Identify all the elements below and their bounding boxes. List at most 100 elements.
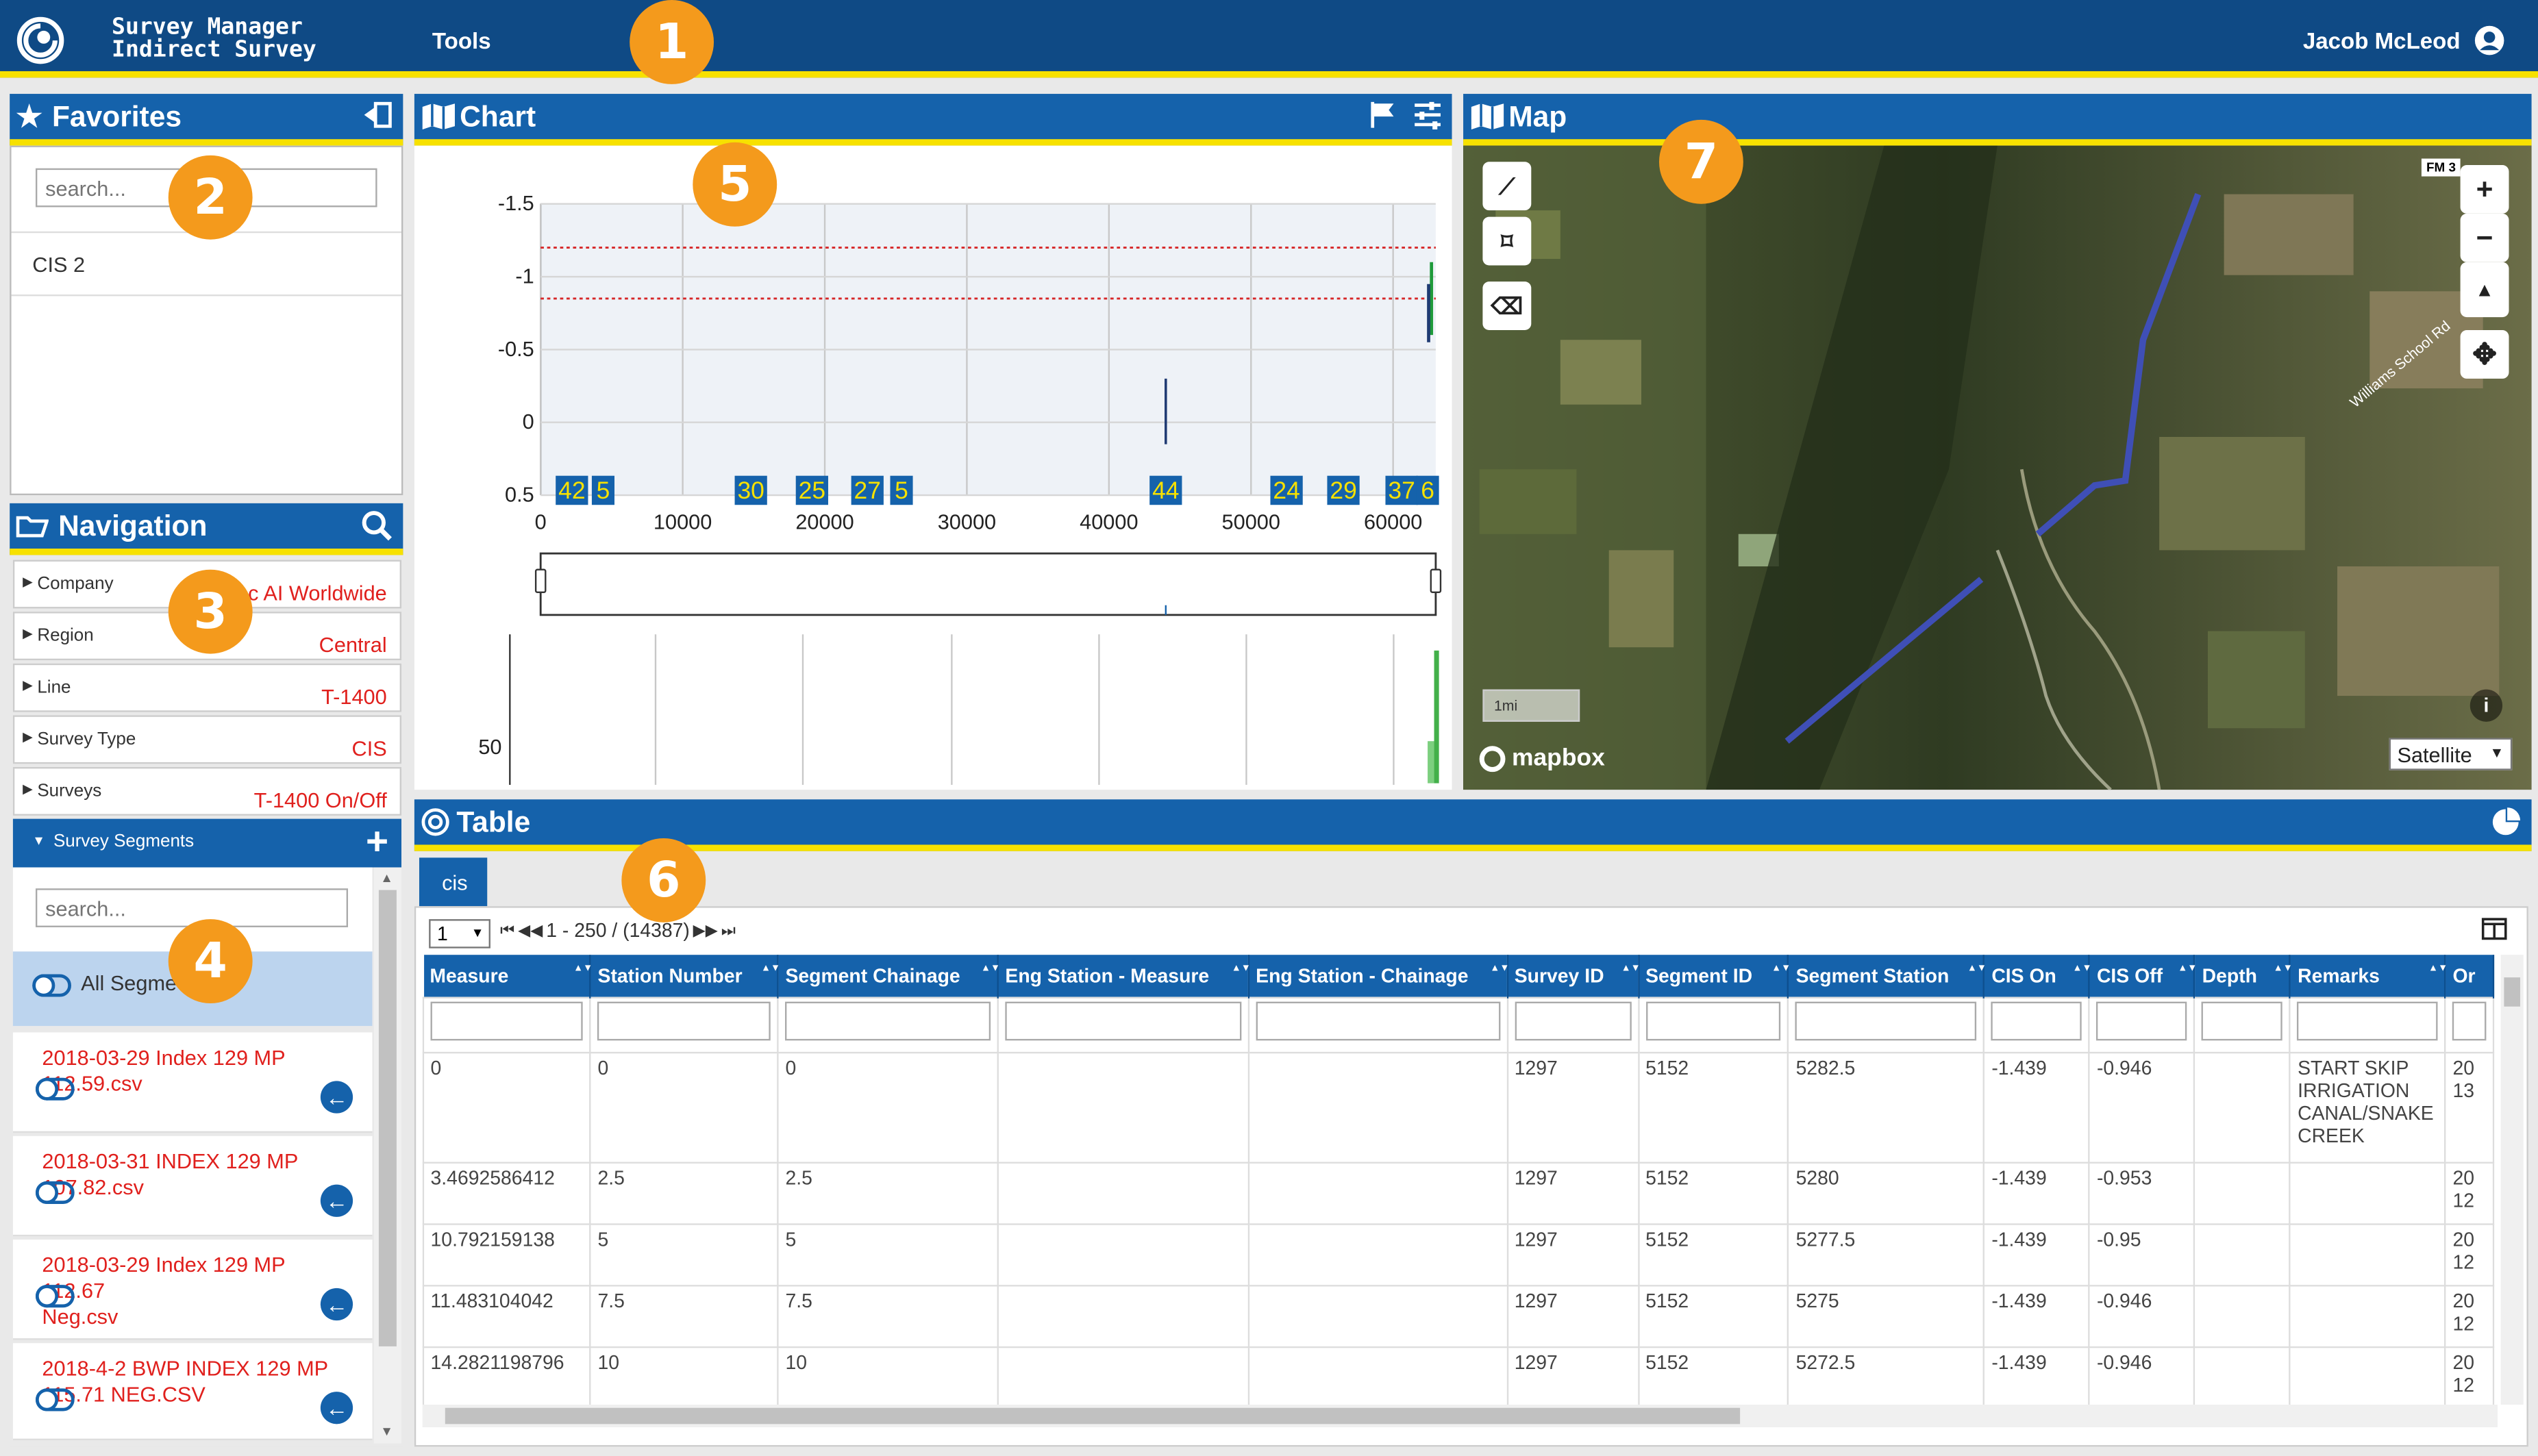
sort-icon[interactable]: ▲▼ [1490,964,1509,974]
tab-cis[interactable]: cis [419,857,488,907]
navigator-handle-right[interactable] [1430,568,1442,594]
column-header[interactable]: Or [2445,955,2495,997]
columns-toggle-icon[interactable] [2481,918,2507,940]
app-logo-icon[interactable] [16,16,65,65]
arrow-left-icon[interactable]: ← [320,1288,353,1321]
scrollbar-thumb[interactable] [445,1407,1741,1424]
sort-icon[interactable]: ▲▼ [1621,964,1641,974]
column-header[interactable]: Station Number ▲▼ [590,955,780,997]
table-horizontal-scrollbar[interactable] [422,1404,2498,1428]
zoom-in-button[interactable]: + [2460,165,2509,214]
favorites-list-item[interactable]: CIS 2 [11,231,401,297]
sliders-icon[interactable] [1413,100,1443,130]
segment-item[interactable]: 2018-4-2 BWP INDEX 129 MP 115.71 NEG.CSV … [12,1343,373,1440]
sort-icon[interactable]: ▲▼ [2073,964,2092,974]
layer-select[interactable]: Satellite ▼ [2389,738,2513,770]
mapbox-attribution[interactable]: mapbox [1479,744,1605,772]
satellite-imagery[interactable] [1463,145,2532,790]
sort-icon[interactable]: ▲▼ [573,964,593,974]
column-filter-input[interactable] [430,1001,584,1040]
sort-icon[interactable]: ▲▼ [1771,964,1791,974]
column-filter-input[interactable] [785,1001,991,1040]
column-header[interactable]: Segment Station ▲▼ [1788,955,1987,997]
prev-page-icon[interactable]: ◀◀ [518,922,543,940]
station-marker[interactable]: 27 [851,475,884,505]
page-select[interactable]: 1 ▼ [429,919,490,949]
table-row[interactable]: 0 0 0 1297 5152 5282.5 -1.439 -0.946 START SKIP … [422,1051,2495,1163]
pan-button[interactable]: ✥ [2460,330,2509,379]
column-header[interactable]: Measure ▲▼ [423,955,593,997]
chart-area[interactable]: 42 5 30 25 27 5 44 24 29 37 6 -1.5 -1 -0.5 0 0.5 0 1000… [414,145,1452,790]
toggle-icon[interactable] [35,1388,75,1411]
add-segment-icon[interactable]: + [366,820,388,866]
segments-search-input[interactable] [35,888,349,927]
segments-scrollbar[interactable]: ▲ ▼ [373,867,401,1444]
draw-polygon-button[interactable]: ⌑ [1482,216,1532,266]
station-marker[interactable]: 42 [556,475,588,505]
column-filter-input[interactable] [1514,1001,1631,1040]
chart-svg[interactable]: 42 5 30 25 27 5 44 24 29 37 6 -1.5-1-0.500.5 0 1000… [414,146,1452,790]
navigator-track[interactable] [539,552,1437,616]
draw-line-button[interactable]: ⟋ [1482,162,1532,211]
column-header[interactable]: Remarks ▲▼ [2290,955,2448,997]
collapse-panel-icon[interactable] [361,100,393,129]
sort-icon[interactable]: ▲▼ [761,964,780,974]
station-marker[interactable]: 25 [795,475,828,505]
table-row[interactable]: 3.4692586412 2.5 2.5 1297 5152 5280 -1.439 -0.9… [422,1161,2495,1225]
scroll-up-icon[interactable]: ▲ [380,870,393,885]
column-filter-input[interactable] [2298,1001,2439,1040]
column-header[interactable]: Eng Station - Chainage ▲▼ [1248,955,1509,997]
table-row[interactable]: 10.792159138 5 5 1297 5152 5277.5 -1.439 -0.95 2… [422,1222,2495,1286]
sort-icon[interactable]: ▲▼ [2274,964,2293,974]
map-canvas[interactable]: ⟋ ⌑ ⌫ FM 3 + − ▲ ✥ Williams School Rd 1m… [1463,145,2532,790]
table-vertical-scrollbar[interactable] [2500,955,2524,1405]
column-filter-input[interactable] [1991,1001,2082,1040]
navigator-handle-left[interactable] [534,568,547,594]
last-page-icon[interactable]: ⏭ [721,922,736,940]
nav-row-surveys[interactable]: ▶ Surveys T-1400 On/Off [12,767,401,816]
search-icon[interactable] [361,510,393,542]
column-filter-input[interactable] [2096,1001,2188,1040]
table-row[interactable]: 11.483104042 7.5 7.5 1297 5152 5275 -1.439 -0.9… [422,1283,2495,1348]
column-header[interactable]: Eng Station - Measure ▲▼ [997,955,1251,997]
column-header[interactable]: Segment ID ▲▼ [1638,955,1791,997]
column-filter-input[interactable] [597,1001,771,1040]
sort-icon[interactable]: ▲▼ [2178,964,2197,974]
column-header[interactable]: CIS On ▲▼ [1984,955,2092,997]
segment-item[interactable]: 2018-03-29 Index 129 MP 112.59.csv ← [12,1032,373,1133]
column-filter-input[interactable] [2452,1001,2487,1040]
scrollbar-thumb[interactable] [378,890,397,1346]
info-icon[interactable]: i [2469,689,2503,722]
column-header[interactable]: Survey ID ▲▼ [1507,955,1641,997]
first-page-icon[interactable]: ⏮ [500,922,514,940]
column-filter-input[interactable] [1256,1001,1500,1040]
nav-row-line[interactable]: ▶ Line T-1400 [12,663,401,712]
scrollbar-thumb[interactable] [2504,977,2521,1007]
arrow-left-icon[interactable]: ← [320,1392,353,1424]
column-header[interactable]: CIS Off ▲▼ [2089,955,2197,997]
segment-item[interactable]: 2018-03-31 INDEX 129 MP 107.82.csv ← [12,1135,373,1237]
scroll-down-icon[interactable]: ▼ [380,1424,393,1438]
toggle-icon[interactable] [35,1077,75,1101]
column-filter-input[interactable] [1005,1001,1241,1040]
column-filter-input[interactable] [2202,1001,2283,1040]
sort-icon[interactable]: ▲▼ [2428,964,2448,974]
sort-icon[interactable]: ▲▼ [1232,964,1251,974]
toggle-icon[interactable] [35,1181,75,1204]
arrow-left-icon[interactable]: ← [320,1081,353,1114]
erase-button[interactable]: ⌫ [1482,281,1532,331]
station-marker[interactable]: 24 [1270,475,1303,505]
sort-icon[interactable]: ▲▼ [981,964,1000,974]
sort-icon[interactable]: ▲▼ [1967,964,1987,974]
next-page-icon[interactable]: ▶▶ [693,922,718,940]
flag-icon[interactable] [1368,100,1397,129]
station-marker[interactable]: 30 [734,475,767,505]
arrow-left-icon[interactable]: ← [320,1184,353,1217]
station-marker[interactable]: 44 [1149,475,1182,505]
pie-chart-icon[interactable] [2489,806,2522,838]
station-marker[interactable]: 37 [1385,475,1418,505]
nav-row-survey-type[interactable]: ▶ Survey Type CIS [12,715,401,764]
column-filter-input[interactable] [1795,1001,1978,1040]
column-header[interactable]: Segment Chainage ▲▼ [777,955,1000,997]
station-marker[interactable]: 6 [1416,475,1439,505]
